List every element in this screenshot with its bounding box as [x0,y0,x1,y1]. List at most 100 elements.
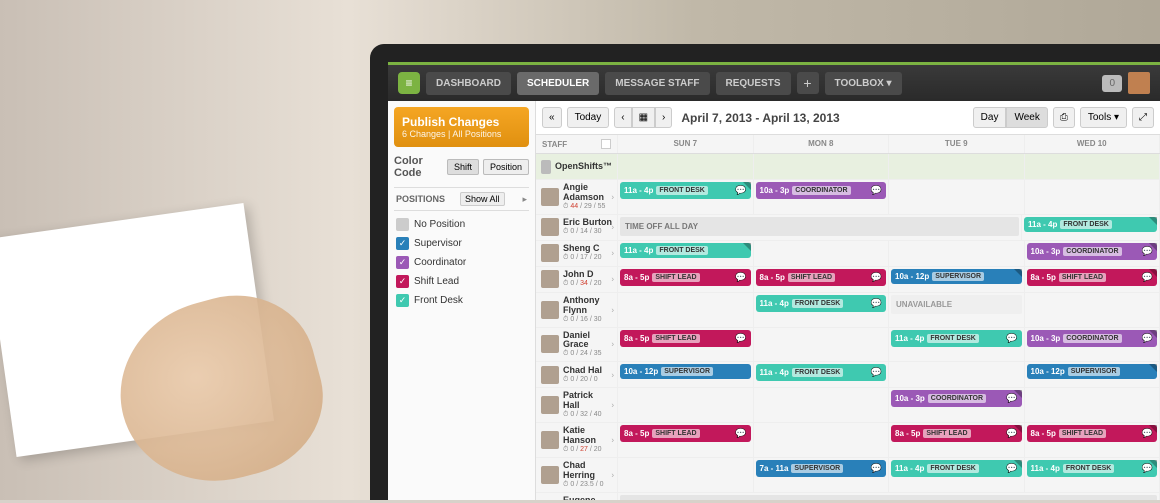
fullscreen-button[interactable]: ⤢ [1132,107,1154,128]
day-cell[interactable] [754,328,890,362]
shift-block[interactable]: 11a - 4pFRONT DESK💬 [620,182,751,199]
positions-expand-icon[interactable]: ▸ [522,194,527,205]
shift-block[interactable]: 10a - 3pCOORDINATOR💬 [756,182,887,199]
day-cell[interactable]: 8a - 5pSHIFT LEAD💬 [1025,423,1160,457]
day-cell[interactable] [618,458,754,492]
staff-cell[interactable]: Daniel Grace⏱ 0 / 24 / 35› [536,328,618,362]
next-week-button[interactable]: › [655,107,672,128]
chat-icon[interactable]: 💬 [735,272,746,283]
nav-dashboard[interactable]: DASHBOARD [426,72,511,95]
day-cell[interactable]: TIME OFF ALL DAY [618,215,1022,240]
shift-block[interactable]: 8a - 5pSHIFT LEAD💬 [756,269,887,286]
day-cell[interactable]: 11a - 4pFRONT DESK [618,241,754,266]
nav-scheduler[interactable]: SCHEDULER [517,72,599,95]
nav-requests[interactable]: REQUESTS [716,72,791,95]
staff-cell[interactable]: Eugene Jackson⏱ 0 / 11 / 30› [536,493,618,500]
shift-block[interactable]: 10a - 12pSUPERVISOR [1027,364,1158,379]
app-logo[interactable]: ≡ [398,72,420,94]
chat-icon[interactable]: 💬 [871,185,882,196]
staff-cell[interactable]: Chad Hal⏱ 0 / 20 / 0› [536,362,618,387]
timeoff-block[interactable]: TIME OFF ALL DAY [620,217,1019,236]
day-cell[interactable]: 11a - 4pFRONT DESK💬 [618,180,754,214]
chat-icon[interactable]: 💬 [735,333,746,344]
staff-cell[interactable]: Anthony Flynn⏱ 0 / 16 / 30› [536,293,618,327]
day-cell[interactable]: 7a - 11aSUPERVISOR💬 [754,458,890,492]
day-cell[interactable]: 11a - 4pFRONT DESK💬 [754,293,890,327]
shift-block[interactable]: 10a - 12pSUPERVISOR [891,269,1022,284]
day-cell[interactable]: 11a - 4pFRONT DESK [1022,215,1160,240]
expand-arrow-icon[interactable]: › [611,340,614,349]
day-cell[interactable]: 8a - 5pSHIFT LEAD💬 [1025,267,1160,292]
day-cell[interactable] [754,241,890,266]
day-cell[interactable]: 11a - 4pFRONT DESK💬 [754,362,890,387]
staff-cell[interactable]: John D⏱ 0 / 34 / 20› [536,267,618,292]
expand-arrow-icon[interactable]: › [611,275,614,284]
shift-block[interactable]: 8a - 5pSHIFT LEAD💬 [1027,425,1158,442]
nav-toolbox[interactable]: TOOLBOX ▾ [825,72,902,95]
position-filter-item[interactable]: ✓Coordinator [394,253,529,272]
position-filter-item[interactable]: ✓Supervisor [394,234,529,253]
shift-block[interactable]: 10a - 3pCOORDINATOR💬 [1027,243,1158,260]
chat-icon[interactable]: 💬 [735,428,746,439]
user-avatar[interactable] [1128,72,1150,94]
shift-block[interactable]: 11a - 4pFRONT DESK💬 [756,364,887,381]
day-cell[interactable]: 10a - 12pSUPERVISOR [1025,362,1160,387]
prev-week-button[interactable]: ‹ [614,107,631,128]
day-cell[interactable]: 11a - 4pFRONT DESK💬 [889,458,1025,492]
chat-icon[interactable]: 💬 [871,272,882,283]
print-button[interactable]: ⎙ [1053,107,1075,128]
day-cell[interactable]: 10a - 12pSUPERVISOR [618,362,754,387]
day-cell[interactable]: 8a - 5pSHIFT LEAD💬 [618,328,754,362]
position-filter-item[interactable]: ✓Front Desk [394,291,529,310]
calendar-picker-button[interactable]: ▦ [632,107,655,128]
nav-add[interactable]: + [797,72,819,94]
expand-arrow-icon[interactable]: › [611,436,614,445]
day-cell[interactable] [889,180,1025,214]
day-cell[interactable] [1025,388,1160,422]
publish-changes-button[interactable]: Publish Changes 6 Changes | All Position… [394,107,529,147]
day-cell[interactable] [754,388,890,422]
chat-icon[interactable]: 💬 [871,298,882,309]
expand-arrow-icon[interactable]: › [611,370,614,379]
expand-arrow-icon[interactable]: › [611,401,614,410]
shift-block[interactable]: 8a - 5pSHIFT LEAD💬 [891,425,1022,442]
openshifts-row[interactable]: OpenShifts™ [536,154,1160,180]
week-view-button[interactable]: Week [1006,107,1047,128]
day-cell[interactable]: 11a - 4pFRONT DESK💬 [1025,458,1160,492]
color-code-position[interactable]: Position [483,159,529,175]
staff-cell[interactable]: Eric Burton⏱ 0 / 14 / 30› [536,215,618,240]
day-cell[interactable]: 8a - 5pSHIFT LEAD💬 [889,423,1025,457]
shift-block[interactable]: 11a - 4pFRONT DESK [1024,217,1157,232]
expand-arrow-icon[interactable]: › [611,470,614,479]
expand-arrow-icon[interactable]: › [611,249,614,258]
staff-cell[interactable]: Angie Adamson⏱ 44 / 29 / 55› [536,180,618,214]
shift-block[interactable]: 8a - 5pSHIFT LEAD💬 [620,330,751,347]
day-cell[interactable]: 10a - 3pCOORDINATOR💬 [1025,241,1160,266]
shift-block[interactable]: 11a - 4pFRONT DESK [620,243,751,258]
shift-block[interactable]: 10a - 3pCOORDINATOR💬 [1027,330,1158,347]
expand-arrow-icon[interactable]: › [611,305,614,314]
position-filter-item[interactable]: No Position [394,215,529,234]
day-cell[interactable] [889,241,1025,266]
chat-icon[interactable]: 💬 [1006,333,1017,344]
shift-block[interactable]: 11a - 4pFRONT DESK💬 [891,330,1022,347]
day-cell[interactable] [1025,293,1160,327]
day-cell[interactable] [754,423,890,457]
day-cell[interactable]: 10a - 3pCOORDINATOR💬 [754,180,890,214]
shift-block[interactable]: 8a - 5pSHIFT LEAD💬 [620,425,751,442]
chat-icon[interactable]: 💬 [871,367,882,378]
staff-cell[interactable]: Sheng C⏱ 0 / 17 / 20› [536,241,618,266]
day-cell[interactable]: 10a - 3pCOORDINATOR💬 [889,388,1025,422]
nav-message-staff[interactable]: MESSAGE STAFF [605,72,709,95]
collapse-sidebar-button[interactable]: « [542,107,562,128]
notification-count[interactable]: 0 [1102,75,1122,92]
shift-block[interactable]: 8a - 5pSHIFT LEAD💬 [1027,269,1158,286]
shift-block[interactable]: 11a - 4pFRONT DESK💬 [756,295,887,312]
timeoff-block[interactable]: TIME OFF ALL DAY [620,495,1157,500]
shift-block[interactable]: 11a - 4pFRONT DESK💬 [1027,460,1158,477]
shift-block[interactable]: 10a - 3pCOORDINATOR💬 [891,390,1022,407]
staff-cell[interactable]: Katie Hanson⏱ 0 / 27 / 20› [536,423,618,457]
shift-block[interactable]: 7a - 11aSUPERVISOR💬 [756,460,887,477]
day-cell[interactable]: 10a - 3pCOORDINATOR💬 [1025,328,1160,362]
shift-block[interactable]: 11a - 4pFRONT DESK💬 [891,460,1022,477]
